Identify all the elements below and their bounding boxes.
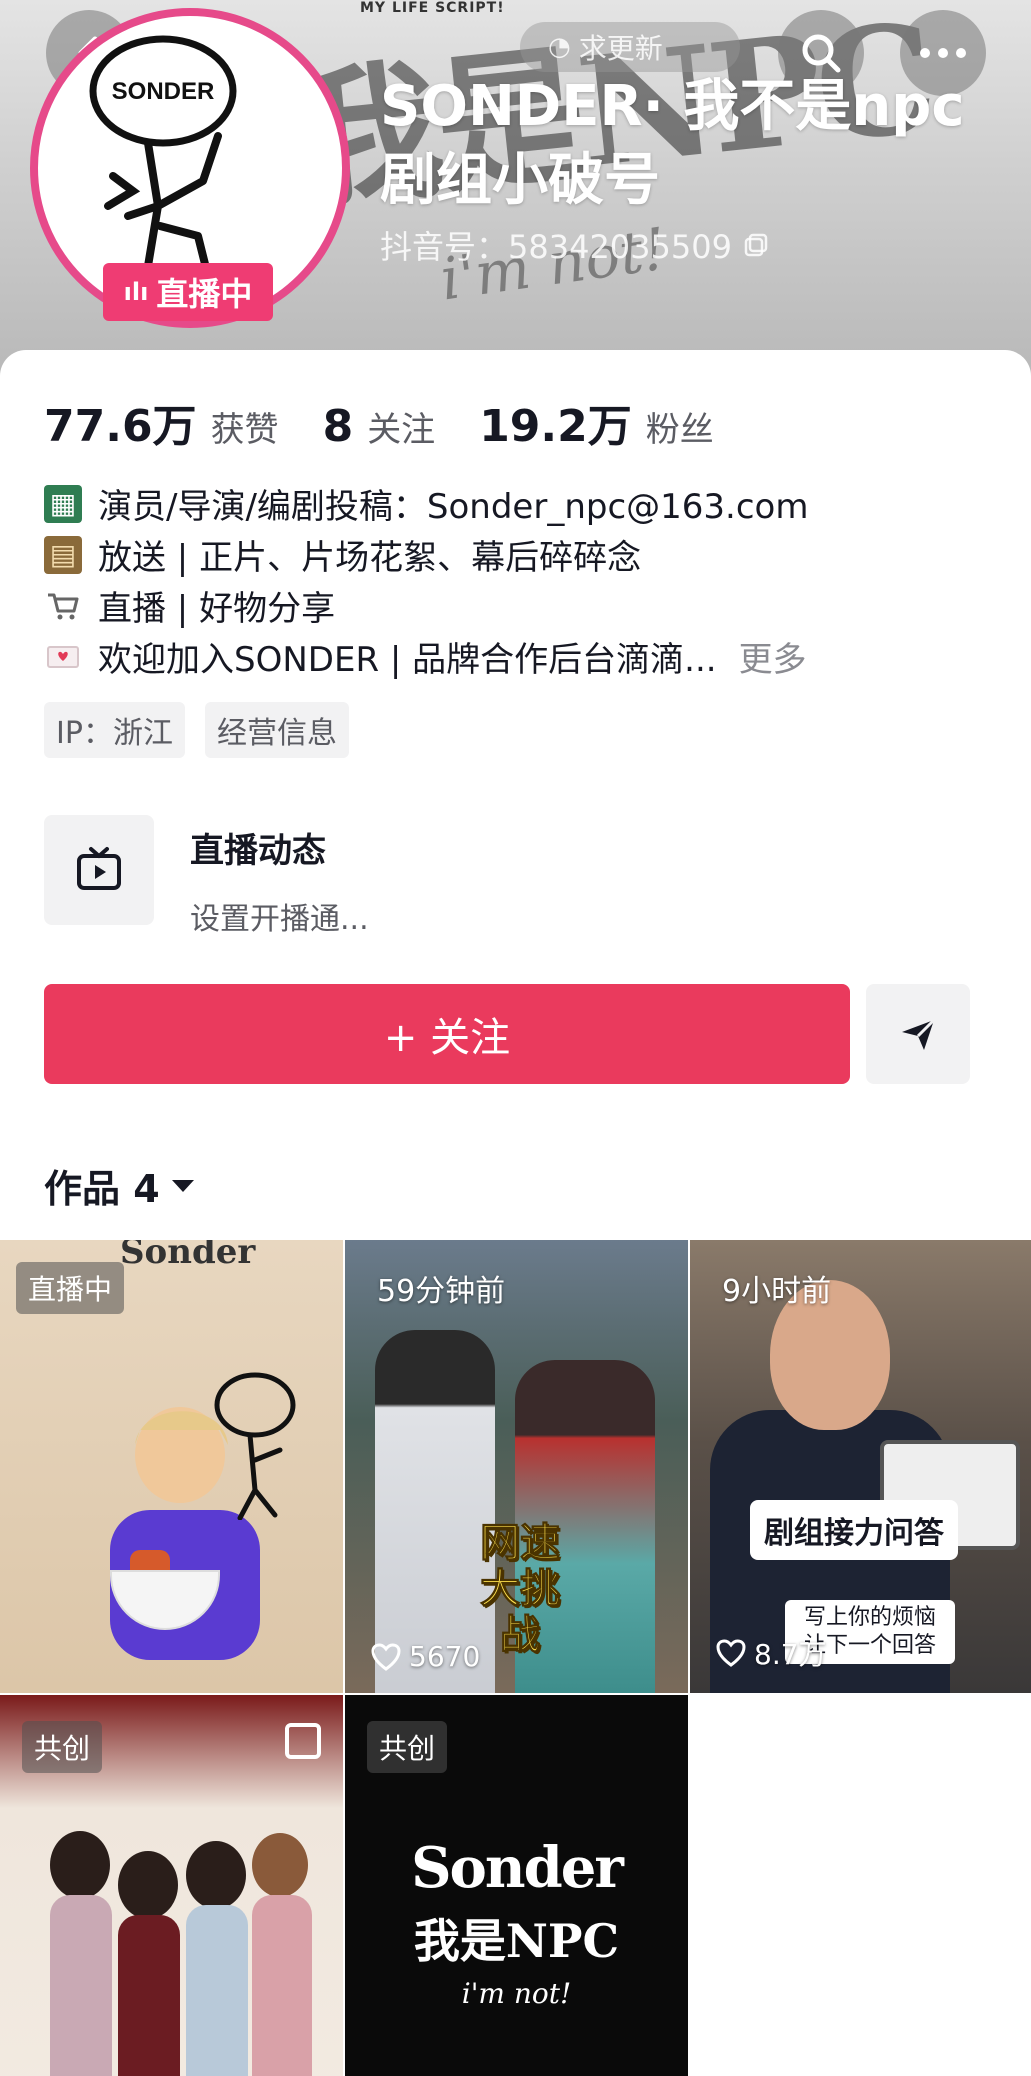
like-count: 5670	[371, 1640, 480, 1673]
heart-icon	[371, 1642, 401, 1671]
business-info-tag[interactable]: 经营信息	[204, 702, 349, 758]
tv-icon	[44, 815, 154, 925]
stat-likes[interactable]: 77.6万 获赞	[44, 390, 279, 454]
mailbox-icon: ▦	[44, 484, 82, 523]
bell-icon: ◔	[548, 32, 571, 62]
video-thumbnail[interactable]: 网速大挑战 59分钟前 5670	[345, 1240, 688, 1693]
avatar-text: SONDER	[112, 78, 215, 105]
bio-line: 直播 | 好物分享	[44, 580, 1004, 631]
bio-line: 欢迎加入SONDER | 品牌合作后台滴滴... 更多	[44, 631, 1004, 682]
stat-value: 77.6万	[44, 401, 197, 452]
stat-label: 粉丝	[645, 410, 714, 450]
works-label: 作品 4	[44, 1167, 160, 1211]
bio-line: ▦ 演员/导演/编剧投稿：Sonder_npc@163.com	[44, 478, 1004, 529]
thumbnail-logo-text: Sonder	[120, 1240, 256, 1272]
stat-label: 关注	[367, 410, 436, 450]
live-status-badge[interactable]: ılı 直播中	[103, 263, 273, 321]
stat-label: 获赞	[210, 410, 279, 450]
stat-followers[interactable]: 19.2万 粉丝	[479, 390, 714, 454]
co-creation-badge: 共创	[22, 1721, 103, 1773]
request-update-button[interactable]: ◔ 求更新	[520, 22, 740, 72]
stats-row: 77.6万 获赞 8 关注 19.2万 粉丝	[44, 390, 714, 454]
video-thumbnail[interactable]: Sonder 我是NPC i'm not! 共创	[345, 1695, 688, 2076]
video-thumbnail[interactable]: 共创	[0, 1695, 343, 2076]
posted-time: 9小时前	[722, 1274, 832, 1309]
bio: ▦ 演员/导演/编剧投稿：Sonder_npc@163.com ▤ 放送 | 正…	[44, 478, 1004, 682]
bio-text: 放送 | 正片、片场花絮、幕后碎碎念	[98, 538, 642, 578]
live-dynamic-subtitle: 设置开播通...	[190, 902, 369, 937]
live-dynamic-entry[interactable]: 直播动态 设置开播通...	[44, 815, 369, 938]
live-bars-icon: ılı	[123, 278, 149, 306]
bio-more-link[interactable]: 更多	[739, 632, 807, 681]
profile-card: 77.6万 获赞 8 关注 19.2万 粉丝 ▦ 演员/导演/编剧投稿：Sond…	[0, 350, 1031, 2076]
live-badge: 直播中	[16, 1262, 125, 1314]
co-creation-badge: 共创	[367, 1721, 448, 1773]
douyin-id-text: 抖音号：58342035509	[380, 228, 732, 266]
douyin-id: 抖音号：58342035509	[380, 222, 770, 268]
multi-image-icon	[285, 1723, 321, 1759]
works-tab[interactable]: 作品 4	[44, 1158, 196, 1213]
love-letter-icon	[44, 638, 82, 676]
stat-value: 19.2万	[479, 401, 632, 452]
video-thumbnail[interactable]: Sonder 直播中	[0, 1240, 343, 1693]
request-update-label: 求更新	[578, 32, 663, 65]
like-count-value: 8.7万	[754, 1638, 827, 1671]
follow-button[interactable]: + 关注	[44, 984, 850, 1084]
bio-line: ▤ 放送 | 正片、片场花絮、幕后碎碎念	[44, 529, 1004, 580]
video-title-overlay: 网速大挑战	[480, 1520, 561, 1659]
shopping-cart-icon	[44, 587, 82, 625]
more-dots-icon	[920, 48, 966, 58]
logo-tagline: i'm not!	[461, 1977, 572, 2010]
logo-subtitle: 我是NPC	[413, 1914, 620, 1968]
search-icon	[802, 34, 841, 73]
posted-time: 59分钟前	[377, 1274, 506, 1309]
copy-icon[interactable]	[742, 231, 770, 259]
stat-value: 8	[322, 401, 354, 452]
film-reel-icon: ▤	[44, 535, 82, 574]
send-icon	[902, 1018, 936, 1050]
costume-group-illustration	[50, 1831, 312, 2076]
bio-text: 欢迎加入SONDER | 品牌合作后台滴滴...	[98, 640, 717, 680]
profile-banner: MY LIFE SCRIPT! 我是NPC i'm not! ◔ 求更新 SON…	[0, 0, 1031, 380]
profile-tags: IP：浙江 经营信息	[44, 702, 349, 758]
share-button[interactable]	[866, 984, 970, 1084]
ip-location-tag: IP：浙江	[44, 702, 185, 758]
stick-figure-doodle	[214, 1372, 296, 1520]
bio-text: 直播 | 好物分享	[98, 589, 336, 629]
like-count: 8.7万	[716, 1633, 827, 1673]
caption-overlay: 剧组接力问答	[750, 1500, 958, 1560]
profile-name: SONDER· 我不是npc剧组小破号	[380, 74, 965, 213]
empty-grid-cell	[690, 1695, 1031, 2076]
like-count-value: 5670	[409, 1640, 481, 1673]
live-dynamic-title: 直播动态	[190, 831, 326, 871]
stat-following[interactable]: 8 关注	[323, 401, 436, 452]
caret-down-icon	[171, 1179, 194, 1192]
live-status-label: 直播中	[156, 275, 253, 313]
video-thumbnail[interactable]: 剧组接力问答 写上你的烦恼让下一个回答 9小时前 8.7万	[690, 1240, 1031, 1693]
heart-icon	[716, 1639, 746, 1667]
sonder-logo: Sonder 我是NPC i'm not!	[345, 1835, 688, 2010]
bio-text: 演员/导演/编剧投稿：Sonder_npc@163.com	[98, 487, 809, 527]
logo-title: Sonder	[411, 1835, 624, 1901]
